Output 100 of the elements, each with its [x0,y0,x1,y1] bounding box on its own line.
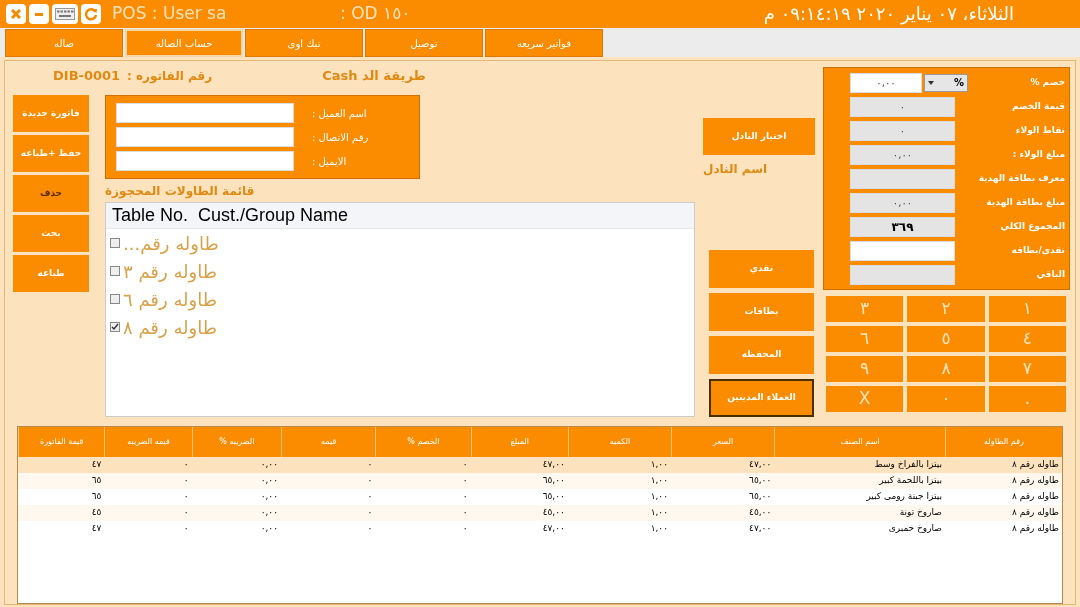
table-cell-text: طاوله رقم ٨ [1010,474,1060,488]
minimize-icon[interactable] [29,3,49,24]
value-field: ٠,٠٠ [850,192,955,213]
refresh-icon[interactable] [81,3,101,24]
column-header: Cust./Group Name [198,204,349,227]
table-cell-text: ٤٥ [90,506,103,520]
keypad-key[interactable]: ٩ [826,356,904,382]
table-cell-text: ٤٧,٠٠ [541,522,566,536]
table-cell-text: ٠ [366,490,374,504]
table-cell-text: ٤٧,٠٠ [748,458,773,472]
table-row[interactable]: طاوله رقم ٨ بيتزا باللحمة كبير ٦٥,٠٠ ١,٠٠ ٦٥,٠٠ ٠ ٠ ٠,٠٠ ٠ ٦٥ [18,473,1062,489]
tab[interactable]: فواتير سريعه [485,29,603,57]
action-button[interactable]: طباعه [13,255,89,292]
keypad-key[interactable]: X [826,386,904,412]
text-field[interactable] [116,127,294,147]
table-cell-text: ٦٥ [90,490,103,504]
field-label: نقاط الولاء [1015,123,1065,138]
tab[interactable]: تيك اوى [245,29,363,57]
discount-field[interactable]: ٠,٠٠ [850,72,922,93]
invoice-number: DIB-0001 [53,67,121,86]
table-cell-text: ١,٠٠ [649,506,670,520]
field-label: مبلغ بطاقة الهدية [986,195,1065,210]
action-button[interactable]: حفظ +طباعه [13,135,89,172]
table-item[interactable]: طاوله رقم... [123,229,219,257]
tab[interactable]: توصيل [365,29,483,57]
table-row[interactable]: طاوله رقم ٨ صاروخ تونة ٤٥,٠٠ ١,٠٠ ٤٥,٠٠ ٠ ٠ ٠,٠٠ ٠ ٤٥ [18,505,1062,521]
field-label: الايميل : [312,154,347,169]
waiter-label: اسم النادل [703,161,768,178]
table-cell-text: ٦٥,٠٠ [541,474,566,488]
text-field[interactable] [116,103,294,123]
invoice-number-label: رقم الفاتوره : [127,68,213,85]
table-cell-text: ٠ [366,506,374,520]
action-button[interactable]: بحث [13,215,89,252]
keypad-key[interactable]: ٢ [907,296,985,322]
action-button[interactable]: فاتورة جديدة [13,95,89,132]
table-cell-text: ٠ [461,474,469,488]
table-cell-text: بيتزا بالفراخ وسط [873,458,943,472]
tab[interactable]: حساب الصاله [125,29,243,57]
table-cell-text: ٤٧,٠٠ [541,458,566,472]
table-item[interactable]: طاوله رقم ٣ [123,257,218,285]
keyboard-icon[interactable] [52,3,78,24]
value-field[interactable] [850,240,955,261]
value-field: ٠ [850,96,955,117]
table-cell-text: ٠ [182,506,190,520]
table-cell-text: بيتزا باللحمة كبير [878,474,943,488]
table-cell-text: ٦٥ [90,474,103,488]
keypad-key[interactable]: . [988,386,1066,412]
table-cell-text: طاوله رقم ٨ [1010,506,1060,520]
field-label: الباقي [1036,267,1065,281]
text-field[interactable] [116,151,294,171]
checkbox[interactable] [110,238,120,248]
table-row[interactable]: طاوله رقم ٨ بيتزا بالفراخ وسط ٤٧,٠٠ ١,٠٠ ٤٧,٠٠ ٠ ٠ ٠,٠٠ ٠ ٤٧ [18,457,1062,473]
field-label: المجموع الكلي [1000,219,1065,234]
field-label: مبلغ الولاء : [1012,147,1065,162]
user-label: POS : User sa [112,2,228,25]
keypad-key[interactable]: ٨ [907,356,985,382]
unit-select[interactable]: % [924,73,968,92]
keypad-key[interactable]: ٦ [826,326,904,352]
waiter-button[interactable]: اختيار النادل [703,118,815,155]
payment-button[interactable]: بطاقات [709,293,814,331]
keypad-key[interactable]: ١ [988,296,1066,322]
column-header: Table No. [112,204,189,227]
checkbox[interactable] [110,266,120,276]
field-label: اسم العميل : [312,106,367,121]
table-cell-text: ٠ [366,522,374,536]
date-time: الثلاثاء، ٠٧ يناير ٢٠٢٠ ٠٩:١٤:١٩ م [763,2,1014,27]
action-button[interactable]: حذف [13,175,89,212]
table-cell-text: ٠,٠٠ [259,474,279,488]
tab[interactable]: صاله [5,29,123,57]
checkbox[interactable] [110,294,120,304]
table-cell-text: ٠ [182,474,190,488]
close-icon[interactable] [6,3,26,24]
table-cell-text: ٠ [182,458,190,472]
order-number: : OD ١٥٠ [340,2,411,25]
field-label: خصم % [1030,75,1065,89]
field-label: نقدى/بطاقه [1011,243,1065,257]
payment-button[interactable]: المحفظه [709,336,814,374]
keypad-key[interactable]: ٧ [988,356,1066,382]
table-cell-text: طاوله رقم ٨ [1010,522,1060,536]
table-cell-text: ٤٥,٠٠ [748,506,773,520]
keypad-key[interactable]: ٣ [826,296,904,322]
keypad-key[interactable]: ٠ [907,386,985,412]
keypad-key[interactable]: ٥ [907,326,985,352]
table-cell-text: بيتزا جبنة رومى كبير [865,490,943,504]
table-cell-text: ٠ [461,522,469,536]
checkbox[interactable] [110,322,120,332]
table-cell-text: ٦٥,٠٠ [541,490,566,504]
table-cell-text: ١,٠٠ [649,522,670,536]
field-label: قيمة الخصم [1011,99,1065,113]
keypad-key[interactable]: ٤ [988,326,1066,352]
table-item[interactable]: طاوله رقم ٨ [123,313,218,341]
field-label: رقم الاتصال : [312,130,369,145]
dropdown-icon [928,80,934,85]
table-cell-text: طاوله رقم ٨ [1010,458,1060,472]
table-item[interactable]: طاوله رقم ٦ [123,285,218,313]
table-cell-text: ٠ [182,522,190,536]
payment-button[interactable]: نقدي [709,250,814,288]
table-cell-text: ٠,٠٠ [259,490,279,504]
payment-button[interactable]: العملاء المدينين [709,379,814,417]
table-cell-text: ١,٠٠ [649,474,670,488]
